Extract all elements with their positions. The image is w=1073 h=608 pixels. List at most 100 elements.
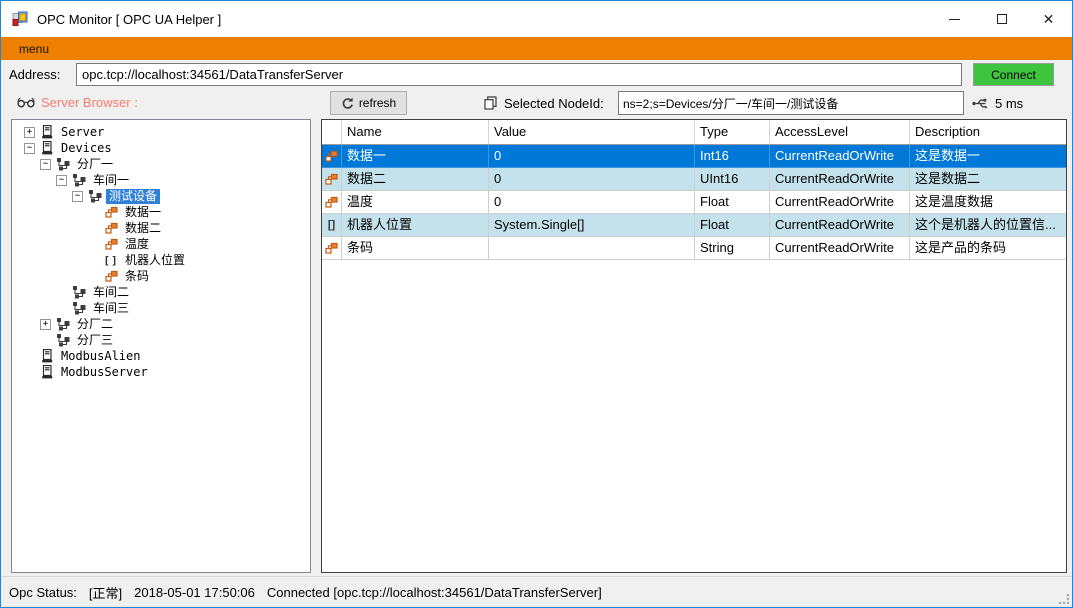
status-timestamp: 2018-05-01 17:50:06: [134, 584, 255, 600]
cell-name[interactable]: 数据一: [342, 145, 489, 168]
tree-item[interactable]: + 分厂二: [12, 316, 310, 332]
tree-item-label[interactable]: 数据二: [122, 221, 164, 236]
close-button[interactable]: ✕: [1025, 1, 1072, 37]
table-row[interactable]: 温度 0 Float CurrentReadOrWrite 这是温度数据: [322, 191, 1066, 214]
minimize-icon: [949, 18, 960, 20]
cell-value[interactable]: 0: [489, 145, 695, 168]
cell-access[interactable]: CurrentReadOrWrite: [770, 214, 910, 237]
tree-item-label[interactable]: 机器人位置: [122, 253, 188, 268]
tree-item[interactable]: 车间三: [12, 300, 310, 316]
refresh-button[interactable]: refresh: [330, 91, 407, 115]
cell-access[interactable]: CurrentReadOrWrite: [770, 168, 910, 191]
cell-access[interactable]: CurrentReadOrWrite: [770, 145, 910, 168]
tree-item[interactable]: + Server: [12, 124, 310, 140]
maximize-button[interactable]: [978, 1, 1025, 37]
cell-value[interactable]: 0: [489, 168, 695, 191]
tree-item-label[interactable]: ModbusAlien: [58, 349, 143, 364]
address-input[interactable]: [76, 63, 962, 86]
glasses-icon: [17, 97, 35, 108]
tree-item[interactable]: − Devices: [12, 140, 310, 156]
server-browser-tree[interactable]: + Server − Devices − 分厂一 − 车间一 − 测试设备 数据一 数据二 温度[] 机器…: [11, 119, 311, 573]
collapse-icon[interactable]: −: [72, 190, 83, 202]
tree-item-label[interactable]: 温度: [122, 237, 152, 252]
cell-value[interactable]: System.Single[]: [489, 214, 695, 237]
tree-item-label[interactable]: 数据一: [122, 205, 164, 220]
server-icon: [39, 349, 55, 363]
cell-type[interactable]: Float: [695, 214, 770, 237]
minimize-button[interactable]: [931, 1, 978, 37]
array-icon: []: [322, 214, 342, 237]
tree-item[interactable]: − 分厂一: [12, 156, 310, 172]
grid-header-value[interactable]: Value: [489, 120, 695, 144]
tree-item[interactable]: [] 机器人位置: [12, 252, 310, 268]
tree-item-label[interactable]: 条码: [122, 269, 152, 284]
tree-item-label[interactable]: 车间二: [90, 285, 132, 300]
cell-type[interactable]: String: [695, 237, 770, 260]
tree-item[interactable]: 车间二: [12, 284, 310, 300]
tree-item[interactable]: 温度: [12, 236, 310, 252]
tree-item-label[interactable]: 车间三: [90, 301, 132, 316]
status-label: Opc Status:: [9, 584, 77, 600]
menu-item-menu[interactable]: menu: [11, 42, 57, 56]
cell-name[interactable]: 数据二: [342, 168, 489, 191]
cell-desc[interactable]: 这是数据二: [910, 168, 1066, 191]
resize-grip[interactable]: [1059, 594, 1069, 604]
tree-item[interactable]: ModbusAlien: [12, 348, 310, 364]
cell-desc[interactable]: 这个是机器人的位置信...: [910, 214, 1066, 237]
tree-item-label[interactable]: 车间一: [90, 173, 132, 188]
grid-header-name[interactable]: Name: [342, 120, 489, 144]
cell-name[interactable]: 机器人位置: [342, 214, 489, 237]
server-browser-label: Server Browser :: [41, 95, 138, 110]
tree-item-label[interactable]: 分厂三: [74, 333, 116, 348]
connect-button[interactable]: Connect: [973, 63, 1054, 86]
cell-type[interactable]: UInt16: [695, 168, 770, 191]
tag-icon: [103, 206, 119, 219]
table-row[interactable]: 条码 String CurrentReadOrWrite 这是产品的条码: [322, 237, 1066, 260]
tree-item-label[interactable]: 分厂二: [74, 317, 116, 332]
tree-item-label[interactable]: 分厂一: [74, 157, 116, 172]
cell-desc[interactable]: 这是温度数据: [910, 191, 1066, 214]
tag-icon: [322, 237, 342, 260]
node-data-grid: Name Value Type AccessLevel Description …: [321, 119, 1067, 573]
tree-item[interactable]: 条码: [12, 268, 310, 284]
collapse-icon[interactable]: −: [56, 174, 67, 186]
tree-item-label[interactable]: 测试设备: [106, 188, 161, 204]
cell-name[interactable]: 温度: [342, 191, 489, 214]
cell-desc[interactable]: 这是数据一: [910, 145, 1066, 168]
tree-item[interactable]: 数据一: [12, 204, 310, 220]
table-row[interactable]: 数据二 0 UInt16 CurrentReadOrWrite 这是数据二: [322, 168, 1066, 191]
grid-header-description[interactable]: Description: [910, 120, 1066, 144]
tree-item[interactable]: 分厂三: [12, 332, 310, 348]
tree-item[interactable]: − 车间一: [12, 172, 310, 188]
tree-item[interactable]: − 测试设备: [12, 188, 310, 204]
collapse-icon[interactable]: −: [40, 158, 51, 170]
cell-name[interactable]: 条码: [342, 237, 489, 260]
expand-icon[interactable]: +: [24, 126, 35, 138]
tree-item[interactable]: ModbusServer: [12, 364, 310, 380]
grid-header-accesslevel[interactable]: AccessLevel: [770, 120, 910, 144]
table-row[interactable]: 数据一 0 Int16 CurrentReadOrWrite 这是数据一: [322, 145, 1066, 168]
selected-nodeid-input[interactable]: [618, 91, 964, 115]
maximize-icon: [996, 14, 1007, 24]
cell-access[interactable]: CurrentReadOrWrite: [770, 237, 910, 260]
cell-value[interactable]: 0: [489, 191, 695, 214]
grid-header-type[interactable]: Type: [695, 120, 770, 144]
tree-item-label[interactable]: Devices: [58, 141, 115, 156]
copy-icon: [484, 96, 497, 110]
tree-item-label[interactable]: Server: [58, 125, 107, 140]
usb-branch-icon: [972, 97, 988, 110]
tag-icon: [103, 270, 119, 283]
tag-icon: [103, 238, 119, 251]
collapse-icon[interactable]: −: [24, 142, 35, 154]
expand-icon[interactable]: +: [40, 318, 51, 330]
cell-type[interactable]: Int16: [695, 145, 770, 168]
cell-type[interactable]: Float: [695, 191, 770, 214]
table-row[interactable]: [] 机器人位置 System.Single[] Float CurrentReadOr…: [322, 214, 1066, 237]
refresh-button-label: refresh: [358, 96, 397, 110]
title-bar: OPC Monitor [ OPC UA Helper ] ✕: [1, 1, 1072, 37]
tree-item[interactable]: 数据二: [12, 220, 310, 236]
tree-item-label[interactable]: ModbusServer: [58, 365, 151, 380]
cell-access[interactable]: CurrentReadOrWrite: [770, 191, 910, 214]
cell-desc[interactable]: 这是产品的条码: [910, 237, 1066, 260]
cell-value[interactable]: [489, 237, 695, 260]
